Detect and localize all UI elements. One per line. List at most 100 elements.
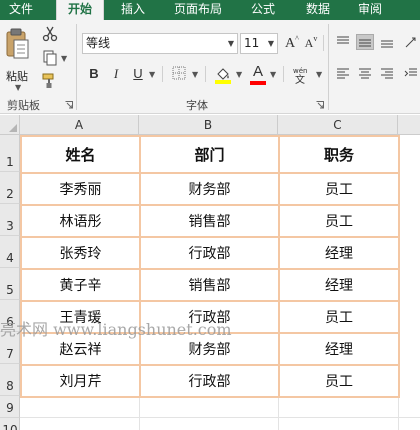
row-number: 1 [6, 155, 14, 169]
row-header-4[interactable]: 4 [0, 236, 20, 268]
table-cell[interactable]: 销售部 [139, 204, 280, 238]
underline-button[interactable]: U [130, 64, 146, 84]
chevron-down-icon[interactable]: ▼ [61, 54, 67, 63]
table-cell[interactable]: 销售部 [139, 268, 280, 302]
table-row: 黄子辛 销售部 经理 [20, 268, 400, 302]
header-cell-department[interactable]: 部门 [139, 135, 280, 174]
indent-icon[interactable] [402, 66, 420, 82]
row-header-9[interactable]: 9 [0, 396, 20, 418]
chevron-down-icon[interactable]: ▼ [236, 70, 242, 79]
tab-insert[interactable]: 插入 [116, 0, 150, 20]
phonetic-guide-icon: wén文 [293, 67, 307, 84]
table-cell[interactable]: 经理 [278, 236, 400, 270]
row-header-3[interactable]: 3 [0, 204, 20, 236]
table-cell[interactable]: 黄子辛 [20, 268, 141, 302]
gridline [278, 396, 279, 430]
row-header-1[interactable]: 1 [0, 135, 20, 172]
borders-icon [172, 66, 186, 80]
ribbon-home: 粘贴 ▼ ▼ 剪贴板 等线 ▼ 11 ▼ A^ Av B I U ▼ ▼ ▼ A… [0, 20, 420, 114]
italic-button[interactable]: I [108, 64, 124, 84]
chevron-down-icon: ▼ [227, 39, 234, 48]
chevron-down-icon[interactable]: ▼ [270, 70, 276, 79]
row-number: 5 [6, 283, 14, 297]
header-cell-position[interactable]: 职务 [278, 135, 400, 174]
paste-icon [5, 28, 31, 66]
group-separator [328, 24, 329, 110]
tab-file[interactable]: 文件 [4, 0, 38, 20]
table-cell[interactable]: 林语彤 [20, 204, 141, 238]
tab-page-layout[interactable]: 页面布局 [168, 0, 228, 20]
column-header-d[interactable] [398, 115, 420, 135]
table-cell[interactable]: 员工 [278, 172, 400, 206]
align-middle-icon[interactable] [356, 34, 374, 50]
table-cell[interactable]: 行政部 [139, 236, 280, 270]
table-cell[interactable]: 财务部 [139, 172, 280, 206]
svg-text:文: 文 [295, 73, 305, 84]
row-number: 3 [6, 219, 14, 233]
column-header-c[interactable]: C [278, 115, 398, 135]
column-header-b[interactable]: B [139, 115, 278, 135]
table-row: 林语彤 销售部 员工 [20, 204, 400, 238]
fill-color-button[interactable] [213, 64, 233, 84]
align-right-icon[interactable] [378, 66, 396, 82]
dialog-launcher-icon[interactable] [316, 101, 324, 109]
table-cell[interactable]: 员工 [278, 364, 400, 398]
chevron-down-icon: ▼ [15, 83, 22, 92]
paste-button[interactable]: 粘贴 ▼ [3, 26, 33, 92]
font-size-select[interactable]: 11 ▼ [240, 33, 278, 54]
separator [205, 66, 206, 82]
table-cell[interactable]: 刘月芹 [20, 364, 141, 398]
grow-font-button[interactable]: A^ [284, 33, 300, 53]
align-top-icon[interactable] [334, 34, 352, 50]
row-header-2[interactable]: 2 [0, 172, 20, 204]
spreadsheet-grid: A B C 1 2 3 4 5 6 7 8 9 10 姓名 部门 职务 李秀丽 … [0, 115, 420, 430]
tab-formulas[interactable]: 公式 [245, 0, 281, 20]
table-cell[interactable]: 张秀玲 [20, 236, 141, 270]
align-bottom-icon[interactable] [378, 34, 396, 50]
fill-bucket-icon [215, 68, 231, 84]
orientation-icon[interactable] [402, 34, 420, 50]
font-group-label: 字体 [186, 99, 208, 112]
ribbon-tab-bar: 文件 开始 插入 页面布局 公式 数据 审阅 [0, 0, 420, 20]
header-cell-name[interactable]: 姓名 [20, 135, 141, 174]
data-table: 姓名 部门 职务 李秀丽 财务部 员工 林语彤 销售部 员工 张秀玲 行政部 经… [20, 135, 400, 398]
phonetic-guide-button[interactable]: wén 文 [291, 64, 313, 84]
dialog-launcher-icon[interactable] [65, 101, 73, 109]
separator [162, 66, 163, 82]
font-color-button[interactable]: A [249, 62, 267, 85]
row-number: 7 [6, 347, 14, 361]
font-name-select[interactable]: 等线 ▼ [82, 33, 238, 54]
gridline [20, 417, 420, 418]
table-row: 李秀丽 财务部 员工 [20, 172, 400, 206]
table-row: 张秀玲 行政部 经理 [20, 236, 400, 270]
align-center-icon[interactable] [356, 66, 374, 82]
chevron-down-icon[interactable]: ▼ [316, 70, 322, 79]
chevron-down-icon: ▼ [267, 39, 274, 48]
bold-button[interactable]: B [86, 64, 102, 84]
table-row: 刘月芹 行政部 员工 [20, 364, 400, 398]
font-name-value: 等线 [86, 36, 111, 50]
row-number: 10 [2, 423, 18, 430]
chevron-down-icon[interactable]: ▼ [192, 70, 198, 79]
table-cell[interactable]: 经理 [278, 268, 400, 302]
table-cell[interactable]: 行政部 [139, 364, 280, 398]
cut-icon[interactable] [42, 26, 58, 42]
paste-label: 粘贴 [6, 70, 28, 83]
copy-icon[interactable] [42, 50, 58, 66]
select-all-corner[interactable] [0, 115, 20, 135]
table-cell[interactable]: 李秀丽 [20, 172, 141, 206]
row-header-10[interactable]: 10 [0, 418, 20, 430]
table-cell[interactable]: 员工 [278, 204, 400, 238]
row-number: 4 [6, 251, 14, 265]
tab-data[interactable]: 数据 [300, 0, 336, 20]
format-painter-icon[interactable] [42, 73, 58, 89]
shrink-font-button[interactable]: Av [303, 33, 319, 53]
chevron-down-icon[interactable]: ▼ [149, 70, 155, 79]
borders-button[interactable] [170, 64, 188, 84]
tab-review[interactable]: 审阅 [352, 0, 388, 20]
row-header-8[interactable]: 8 [0, 364, 20, 396]
align-left-icon[interactable] [334, 66, 352, 82]
column-header-a[interactable]: A [20, 115, 139, 135]
tab-home[interactable]: 开始 [56, 0, 104, 20]
row-header-5[interactable]: 5 [0, 268, 20, 300]
